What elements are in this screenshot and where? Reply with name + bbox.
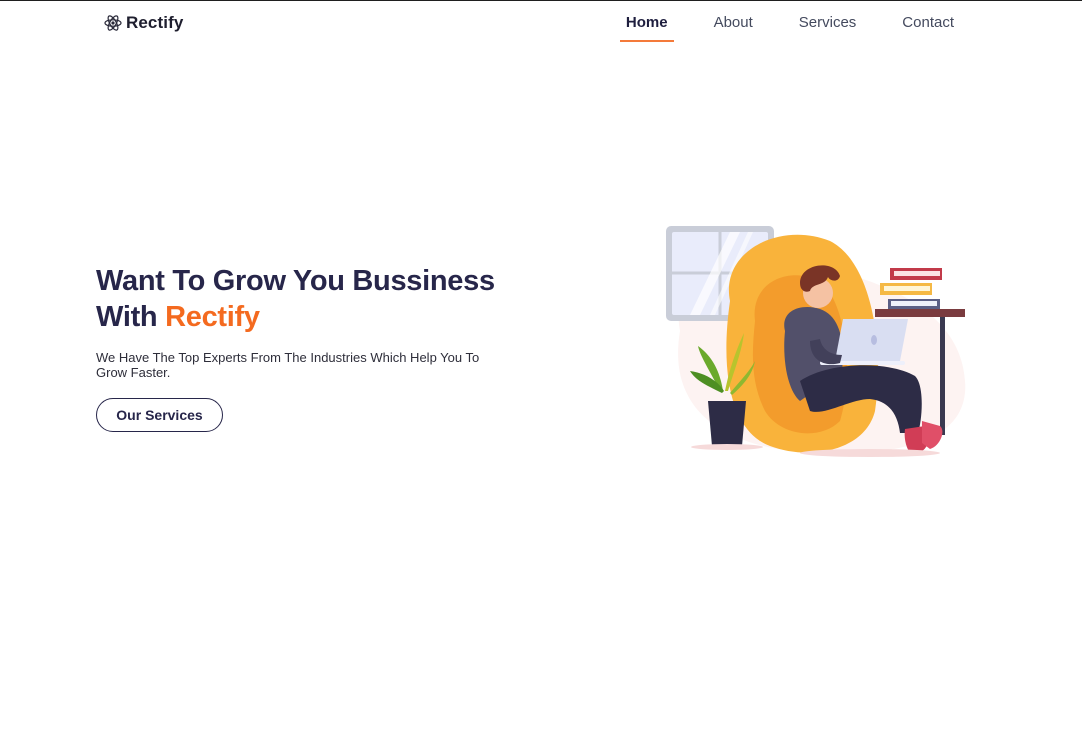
our-services-button[interactable]: Our Services [96,398,223,432]
hero-section: Want To Grow You Bussiness With Rectify … [96,263,556,432]
hero-illustration [660,221,970,461]
atom-logo-icon [103,13,123,33]
hero-subtitle: We Have The Top Experts From The Industr… [96,350,480,380]
nav-link-contact[interactable]: Contact [896,14,960,35]
nav-link-about[interactable]: About [708,14,759,35]
hero-title-line1: Want To Grow You Bussiness [96,265,495,297]
nav-links: Home About Services Contact [619,14,960,42]
hero-title: Want To Grow You Bussiness With Rectify [96,263,556,335]
brand-name: Rectify [126,13,184,32]
landing-page: Rectify Home About Services Contact Want… [0,0,1082,753]
hero-title-accent: Rectify [165,301,260,333]
hero-title-prefix: With [96,301,158,333]
nav-link-home[interactable]: Home [619,14,674,42]
nav-link-services[interactable]: Services [793,14,863,35]
navbar: Rectify Home About Services Contact [0,1,1082,47]
brand-logo[interactable]: Rectify [103,13,183,33]
